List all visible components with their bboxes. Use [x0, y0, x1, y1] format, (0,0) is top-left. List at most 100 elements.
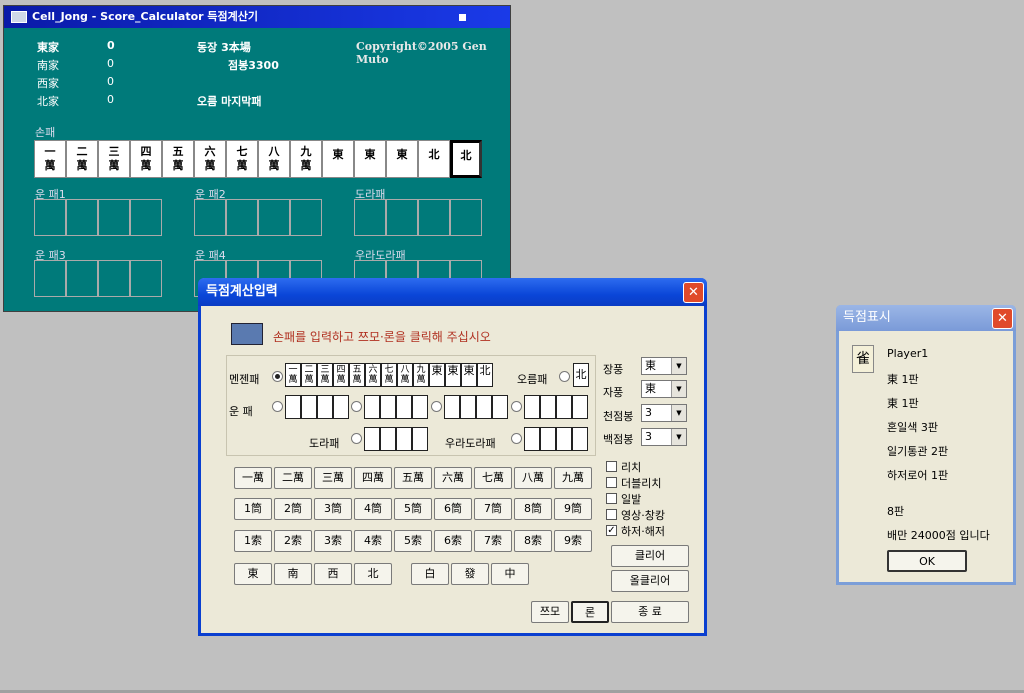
tile-button-3s[interactable]: 3索: [314, 530, 352, 552]
meld4-radio[interactable]: [511, 401, 522, 412]
ron-button[interactable]: 론: [571, 601, 609, 623]
dora-input[interactable]: [364, 427, 428, 451]
hand-tile[interactable]: 三 萬: [98, 140, 130, 178]
hand-tile[interactable]: 五 萬: [162, 140, 194, 178]
tile-button-8m[interactable]: 八萬: [514, 467, 552, 489]
menzen-tile[interactable]: 三 萬: [317, 363, 333, 387]
tile-button-7m[interactable]: 七萬: [474, 467, 512, 489]
tile-button-1m[interactable]: 一萬: [234, 467, 272, 489]
agari-radio[interactable]: [559, 371, 570, 382]
menzen-tile[interactable]: 東: [445, 363, 461, 387]
hand-tile[interactable]: 七 萬: [226, 140, 258, 178]
tile-button-8s[interactable]: 8索: [514, 530, 552, 552]
tsumo-button[interactable]: 쯔모: [531, 601, 569, 623]
round-wind-select[interactable]: 東 ▼: [641, 357, 687, 375]
meld2-radio[interactable]: [351, 401, 362, 412]
menzen-tile[interactable]: 五 萬: [349, 363, 365, 387]
tile-button-3m[interactable]: 三萬: [314, 467, 352, 489]
hand-tile[interactable]: 一 萬: [34, 140, 66, 178]
menzen-tile[interactable]: 一 萬: [285, 363, 301, 387]
tile-button-6m[interactable]: 六萬: [434, 467, 472, 489]
uradora-input[interactable]: [524, 427, 588, 451]
maximize-icon[interactable]: [459, 14, 466, 21]
tile-button-north[interactable]: 北: [354, 563, 392, 585]
tile-button-2s[interactable]: 2索: [274, 530, 312, 552]
hand-tile[interactable]: 北: [418, 140, 450, 178]
tile-button-south[interactable]: 南: [274, 563, 312, 585]
chevron-down-icon[interactable]: ▼: [671, 405, 686, 421]
menzen-radio[interactable]: [272, 371, 283, 382]
ippatsu-checkbox[interactable]: [606, 493, 617, 504]
tile-button-green[interactable]: 發: [451, 563, 489, 585]
tile-button-5s[interactable]: 5索: [394, 530, 432, 552]
hand-tile[interactable]: 東: [354, 140, 386, 178]
hand-tile[interactable]: 四 萬: [130, 140, 162, 178]
tile-button-9m[interactable]: 九萬: [554, 467, 592, 489]
haitei-houtei-checkbox[interactable]: ✓: [606, 525, 617, 536]
menzen-tile[interactable]: 東: [429, 363, 445, 387]
tile-button-2m[interactable]: 二萬: [274, 467, 312, 489]
menzen-tile[interactable]: 東: [461, 363, 477, 387]
chevron-down-icon[interactable]: ▼: [671, 358, 686, 374]
menzen-tile[interactable]: 八 萬: [397, 363, 413, 387]
dialog-title-bar[interactable]: 득점계산입력: [198, 278, 707, 306]
riichi-sticks-select[interactable]: 3 ▼: [641, 428, 687, 446]
tile-button-1p[interactable]: 1筒: [234, 498, 272, 520]
tile-button-7s[interactable]: 7索: [474, 530, 512, 552]
close-icon[interactable]: ✕: [683, 282, 704, 303]
meld1-input[interactable]: [285, 395, 349, 419]
main-title-bar[interactable]: Cell_Jong - Score_Calculator 득점계산기: [4, 6, 510, 28]
tile-button-9p[interactable]: 9筒: [554, 498, 592, 520]
tile-button-8p[interactable]: 8筒: [514, 498, 552, 520]
all-clear-button[interactable]: 올클리어: [611, 570, 689, 592]
close-icon[interactable]: ✕: [992, 308, 1013, 329]
meld3-radio[interactable]: [431, 401, 442, 412]
rinshan-chankan-checkbox[interactable]: [606, 509, 617, 520]
double-riichi-checkbox[interactable]: [606, 477, 617, 488]
menzen-tile[interactable]: 九 萬: [413, 363, 429, 387]
tile-button-7p[interactable]: 7筒: [474, 498, 512, 520]
tile-button-4p[interactable]: 4筒: [354, 498, 392, 520]
tile-button-5m[interactable]: 五萬: [394, 467, 432, 489]
dora-radio[interactable]: [351, 433, 362, 444]
score-title-bar[interactable]: 득점표시: [836, 305, 1016, 331]
meld2-input[interactable]: [364, 395, 428, 419]
ok-button[interactable]: OK: [887, 550, 967, 572]
tile-button-white[interactable]: 白: [411, 563, 449, 585]
hand-tile[interactable]: 二 萬: [66, 140, 98, 178]
uradora-radio[interactable]: [511, 433, 522, 444]
menzen-tile[interactable]: 七 萬: [381, 363, 397, 387]
menzen-tile[interactable]: 二 萬: [301, 363, 317, 387]
hand-tile-selected[interactable]: 北: [450, 140, 482, 178]
tile-button-3p[interactable]: 3筒: [314, 498, 352, 520]
tile-button-red[interactable]: 中: [491, 563, 529, 585]
chevron-down-icon[interactable]: ▼: [671, 381, 686, 397]
clear-button[interactable]: 클리어: [611, 545, 689, 567]
meld4-input[interactable]: [524, 395, 588, 419]
meld3-input[interactable]: [444, 395, 508, 419]
honba-select[interactable]: 3 ▼: [641, 404, 687, 422]
tile-button-6s[interactable]: 6索: [434, 530, 472, 552]
meld1-radio[interactable]: [272, 401, 283, 412]
tile-button-4m[interactable]: 四萬: [354, 467, 392, 489]
agari-tile[interactable]: 北: [573, 363, 589, 387]
tile-button-5p[interactable]: 5筒: [394, 498, 432, 520]
hand-tile[interactable]: 東: [386, 140, 418, 178]
chevron-down-icon[interactable]: ▼: [671, 429, 686, 445]
tile-button-9s[interactable]: 9索: [554, 530, 592, 552]
menzen-tile[interactable]: 北: [477, 363, 493, 387]
hand-tile[interactable]: 東: [322, 140, 354, 178]
tile-button-east[interactable]: 東: [234, 563, 272, 585]
menzen-tile[interactable]: 四 萬: [333, 363, 349, 387]
hand-tile[interactable]: 八 萬: [258, 140, 290, 178]
tile-button-4s[interactable]: 4索: [354, 530, 392, 552]
tile-button-6p[interactable]: 6筒: [434, 498, 472, 520]
tile-button-west[interactable]: 西: [314, 563, 352, 585]
menzen-tile[interactable]: 六 萬: [365, 363, 381, 387]
riichi-checkbox[interactable]: [606, 461, 617, 472]
tile-button-1s[interactable]: 1索: [234, 530, 272, 552]
seat-wind-select[interactable]: 東 ▼: [641, 380, 687, 398]
exit-button[interactable]: 종 료: [611, 601, 689, 623]
hand-tile[interactable]: 六 萬: [194, 140, 226, 178]
hand-tile[interactable]: 九 萬: [290, 140, 322, 178]
